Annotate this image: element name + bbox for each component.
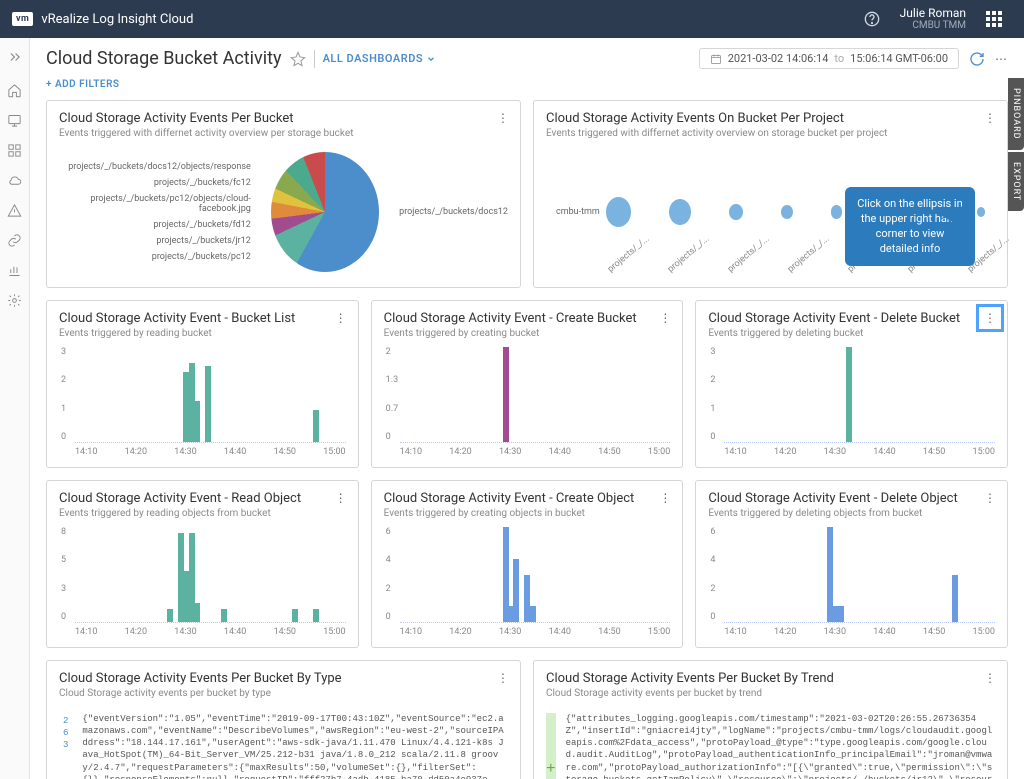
all-dashboards-link[interactable]: ALL DASHBOARDS — [323, 52, 437, 65]
user-role: CMBU TMM — [900, 20, 966, 32]
log-text: {"eventVersion":"1.05","eventTime":"2019… — [82, 713, 508, 779]
favorite-icon[interactable] — [290, 51, 306, 67]
chart-icon[interactable] — [7, 262, 23, 278]
tooltip-callout: Click on the ellipsis in the upper right… — [845, 187, 975, 266]
card-menu-icon[interactable]: ⋮ — [981, 489, 999, 507]
alert-icon[interactable] — [7, 202, 23, 218]
apps-icon[interactable] — [982, 7, 1006, 31]
cloud-icon[interactable] — [7, 172, 23, 188]
page-menu-icon[interactable]: ⋯ — [995, 52, 1008, 66]
pinboard-tab[interactable]: PINBOARD — [1008, 78, 1024, 150]
card-delete-bucket: ⋮ Cloud Storage Activity Event - Delete … — [695, 300, 1008, 468]
card-read-object: ⋮ Cloud Storage Activity Event - Read Ob… — [46, 480, 359, 648]
card-create-bucket: ⋮ Cloud Storage Activity Event - Create … — [371, 300, 684, 468]
add-icon[interactable]: + — [546, 713, 556, 779]
dashboard-icon[interactable] — [7, 142, 23, 158]
card-delete-object: ⋮ Cloud Storage Activity Event - Delete … — [695, 480, 1008, 648]
card-events-per-bucket: ⋮ Cloud Storage Activity Events Per Buck… — [46, 100, 521, 288]
top-header: vm vRealize Log Insight Cloud Julie Roma… — [0, 0, 1024, 38]
home-icon[interactable] — [7, 82, 23, 98]
pie-labels-left: projects/_/buckets/docs12/objects/respon… — [59, 162, 251, 262]
card-menu-icon[interactable]: ⋮ — [494, 669, 512, 687]
rail-expand-icon[interactable] — [1, 46, 29, 68]
refresh-icon[interactable] — [969, 51, 985, 67]
card-bucket-list: ⋮ Cloud Storage Activity Event - Bucket … — [46, 300, 359, 468]
help-icon[interactable] — [860, 7, 884, 31]
card-create-object: ⋮ Cloud Storage Activity Event - Create … — [371, 480, 684, 648]
card-menu-icon[interactable]: ⋮ — [332, 309, 350, 327]
main-content: PINBOARD EXPORT Cloud Storage Bucket Act… — [30, 38, 1024, 779]
card-menu-icon[interactable]: ⋮ — [981, 669, 999, 687]
card-events-per-project: ⋮ Cloud Storage Activity Events On Bucke… — [533, 100, 1008, 288]
user-block[interactable]: Julie Roman CMBU TMM — [900, 6, 966, 32]
export-tab[interactable]: EXPORT — [1008, 152, 1024, 211]
log-text: {"attributes_logging.googleapis.com/time… — [566, 713, 995, 779]
card-menu-icon[interactable]: ⋮ — [656, 309, 674, 327]
time-range-picker[interactable]: 2021-03-02 14:06:14 to 15:06:14 GMT-06:0… — [699, 48, 959, 69]
page-title: Cloud Storage Bucket Activity — [46, 48, 282, 69]
log-count: 263 — [59, 713, 72, 779]
card-menu-icon[interactable]: ⋮ — [494, 109, 512, 127]
pie-chart — [271, 152, 379, 272]
link-icon[interactable] — [7, 232, 23, 248]
pie-labels-right: projects/_/buckets/docs12 — [399, 207, 508, 217]
card-menu-icon[interactable]: ⋮ — [981, 309, 999, 327]
vmware-logo: vm — [12, 12, 33, 26]
monitor-icon[interactable] — [7, 112, 23, 128]
gear-icon[interactable] — [7, 292, 23, 308]
card-menu-icon[interactable]: ⋮ — [332, 489, 350, 507]
card-by-trend: ⋮ Cloud Storage Activity Events Per Buck… — [533, 660, 1008, 779]
left-rail — [0, 38, 30, 779]
product-name: vRealize Log Insight Cloud — [41, 12, 193, 27]
card-menu-icon[interactable]: ⋮ — [656, 489, 674, 507]
card-by-type: ⋮ Cloud Storage Activity Events Per Buck… — [46, 660, 521, 779]
user-name: Julie Roman — [900, 6, 966, 20]
card-menu-icon[interactable]: ⋮ — [981, 109, 999, 127]
add-filters-button[interactable]: + ADD FILTERS — [46, 79, 1008, 90]
